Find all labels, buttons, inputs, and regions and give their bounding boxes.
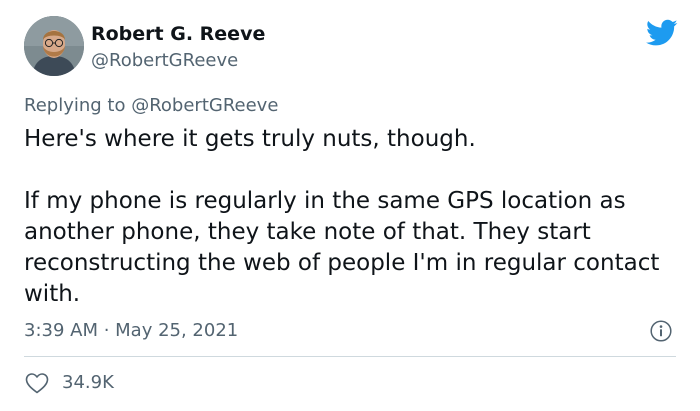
avatar-image [24, 16, 84, 76]
heart-icon[interactable] [24, 371, 50, 395]
author-block: Robert G. Reeve @RobertGReeve [91, 22, 265, 73]
user-handle[interactable]: @RobertGReeve [91, 49, 265, 73]
like-count: 34.9K [62, 372, 114, 393]
reply-context: Replying to @RobertGReeve [24, 94, 278, 118]
like-action[interactable]: 34.9K [24, 370, 114, 396]
tweet-body: Here's where it gets truly nuts, though.… [24, 124, 674, 310]
divider [24, 356, 676, 357]
reply-mention-link[interactable]: @RobertGReeve [131, 95, 278, 116]
tweet-paragraph-1: Here's where it gets truly nuts, though. [24, 126, 476, 152]
reply-prefix: Replying to [24, 95, 132, 116]
tweet-paragraph-2: If my phone is regularly in the same GPS… [24, 188, 660, 307]
avatar[interactable] [24, 16, 84, 76]
twitter-bird-icon[interactable] [646, 19, 678, 47]
display-name[interactable]: Robert G. Reeve [91, 22, 265, 46]
info-icon[interactable] [650, 320, 672, 342]
tweet-timestamp[interactable]: 3:39 AM · May 25, 2021 [24, 319, 238, 343]
tweet-card: Robert G. Reeve @RobertGReeve Replying t… [0, 0, 700, 411]
